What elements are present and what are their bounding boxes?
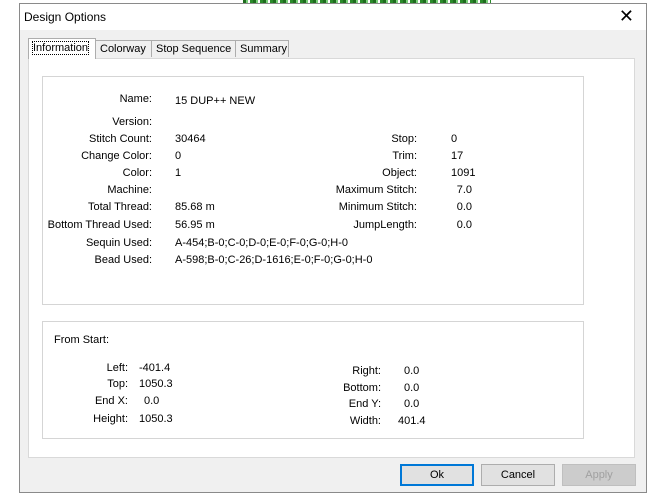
jump-length-value: 0.0 (456, 219, 472, 231)
end-x-value: 0.0 (144, 395, 160, 407)
sequin-used-value: A-454;B-0;C-0;D-0;E-0;F-0;G-0;H-0 (175, 237, 348, 249)
window-title: Design Options (24, 10, 107, 24)
object-value: 1091 (451, 167, 476, 179)
total-thread-value: 85.68 m (175, 201, 215, 213)
right-value: 0.0 (404, 365, 420, 377)
left-label: Left: (106, 362, 128, 374)
stop-value: 0 (451, 133, 458, 145)
tab-information-label: Information (31, 41, 90, 55)
color-label: Color: (122, 167, 152, 179)
bottom-label: Bottom: (343, 382, 381, 394)
minimum-stitch-label: Minimum Stitch: (338, 201, 417, 213)
bottom-value: 0.0 (404, 382, 420, 394)
left-value: -401.4 (139, 362, 171, 374)
minimum-stitch-value: 0.0 (456, 201, 472, 213)
maximum-stitch-label: Maximum Stitch: (335, 184, 417, 196)
tab-summary-label: Summary (240, 43, 288, 55)
close-icon[interactable]: ✕ (619, 6, 634, 26)
information-tab-page: Name: 15 DUP++ NEW Version: Stitch Count… (28, 58, 635, 458)
machine-label: Machine: (107, 184, 152, 196)
title-bar: Design Options ✕ (20, 4, 646, 30)
change-color-value: 0 (175, 150, 182, 162)
bottom-thread-label: Bottom Thread Used: (47, 219, 152, 231)
bead-used-value: A-598;B-0;C-26;D-1616;E-0;F-0;G-0;H-0 (175, 254, 373, 266)
object-label: Object: (382, 167, 417, 179)
stitch-count-value: 30464 (175, 133, 206, 145)
top-label: Top: (107, 378, 128, 390)
ok-button[interactable]: Ok (400, 464, 474, 486)
tab-information[interactable]: Information (28, 38, 96, 59)
change-color-label: Change Color: (81, 150, 152, 162)
bead-used-label: Bead Used: (94, 254, 152, 266)
bottom-thread-value: 56.95 m (175, 219, 215, 231)
trim-label: Trim: (392, 150, 417, 162)
name-value: 15 DUP++ NEW (175, 95, 256, 107)
name-label: Name: (119, 93, 152, 105)
stop-label: Stop: (391, 133, 417, 145)
from-start-group: From Start: Left: -401.4 Top: 1050.3 End… (42, 321, 584, 439)
height-value: 1050.3 (139, 413, 173, 425)
from-start-heading: From Start: (54, 334, 110, 346)
tab-stop-sequence[interactable]: Stop Sequence (151, 40, 236, 57)
sequin-used-label: Sequin Used: (85, 237, 152, 249)
color-value: 1 (175, 167, 182, 179)
stitch-count-label: Stitch Count: (89, 133, 152, 145)
design-options-dialog: Design Options ✕ Information Colorway St… (19, 3, 647, 493)
apply-button[interactable]: Apply (562, 464, 636, 486)
height-label: Height: (93, 413, 128, 425)
design-info-group: Name: 15 DUP++ NEW Version: Stitch Count… (42, 76, 584, 305)
end-y-label: End Y: (348, 398, 381, 410)
tab-colorway-label: Colorway (100, 43, 146, 55)
cancel-button[interactable]: Cancel (481, 464, 555, 486)
tab-colorway[interactable]: Colorway (95, 40, 152, 57)
end-x-label: End X: (94, 395, 128, 407)
top-value: 1050.3 (139, 378, 173, 390)
jump-length-label: JumpLength: (353, 219, 417, 231)
maximum-stitch-value: 7.0 (456, 184, 472, 196)
tab-stop-sequence-label: Stop Sequence (156, 43, 232, 55)
tab-summary[interactable]: Summary (235, 40, 289, 57)
trim-value: 17 (451, 150, 464, 162)
end-y-value: 0.0 (404, 398, 420, 410)
width-value: 401.4 (398, 415, 426, 427)
width-label: Width: (349, 415, 381, 427)
version-label: Version: (112, 116, 152, 128)
total-thread-label: Total Thread: (87, 201, 152, 213)
right-label: Right: (352, 365, 381, 377)
